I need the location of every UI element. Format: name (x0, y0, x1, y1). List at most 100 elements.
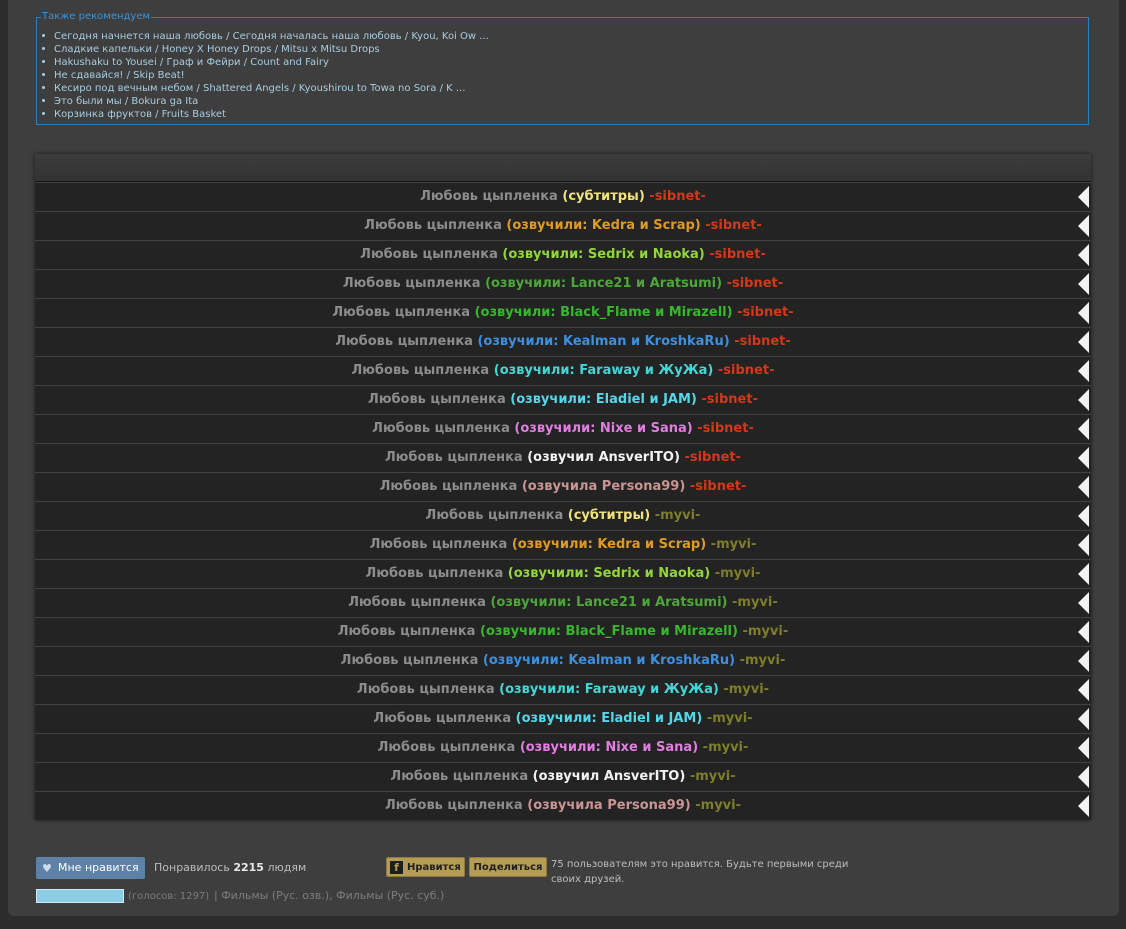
triangle-left-icon[interactable] (1078, 650, 1089, 672)
triangle-left-icon[interactable] (1078, 302, 1089, 324)
triangle-left-icon[interactable] (1078, 679, 1089, 701)
facebook-like-label: Нравится (407, 862, 461, 873)
episode-row[interactable]: Любовь цыпленка (озвучили: Eladiel и JAM… (35, 385, 1091, 414)
triangle-left-icon[interactable] (1078, 737, 1089, 759)
episode-voice: (субтитры) (562, 189, 645, 204)
recommendation-item: Корзинка фруктов / Fruits Basket (41, 108, 489, 121)
episode-row[interactable]: Любовь цыпленка (озвучили: Sedrix и Naok… (35, 240, 1091, 269)
episode-row[interactable]: Любовь цыпленка (озвучил AnsverITO) -myv… (35, 762, 1091, 791)
recommendation-link[interactable]: Hakushaku to Yousei / Граф и Фейри / Cou… (54, 57, 329, 68)
episode-source: -myvi- (695, 798, 741, 813)
triangle-left-icon[interactable] (1078, 505, 1089, 527)
episode-voice: (озвучили: Faraway и ЖуЖа) (499, 682, 719, 697)
recommendation-item: Сегодня начнется наша любовь / Сегодня н… (41, 30, 489, 43)
episode-voice: (озвучила Persona99) (527, 798, 691, 813)
triangle-left-icon[interactable] (1078, 215, 1089, 237)
triangle-left-icon[interactable] (1078, 244, 1089, 266)
episode-row[interactable]: Любовь цыпленка (озвучили: Kedra и Scrap… (35, 530, 1091, 559)
triangle-left-icon[interactable] (1078, 476, 1089, 498)
episode-voice: (озвучили: Faraway и ЖуЖа) (493, 363, 714, 378)
episode-row[interactable]: Любовь цыпленка (озвучили: Faraway и ЖуЖ… (35, 356, 1091, 385)
recommendation-link[interactable]: Кесиро под вечным небом / Shattered Ange… (54, 83, 465, 94)
recommendation-link[interactable]: Не сдавайся! / Skip Beat! (54, 70, 185, 81)
episode-voice: (озвучили: Kedra и Scrap) (506, 218, 701, 233)
episode-row[interactable]: Любовь цыпленка (озвучили: Eladiel и JAM… (35, 704, 1091, 733)
episode-title: Любовь цыпленка (360, 247, 498, 262)
triangle-left-icon[interactable] (1078, 708, 1089, 730)
vk-like-label: Мне нравится (58, 861, 139, 874)
like-count-text: Понравилось 2215 людям (154, 861, 306, 874)
triangle-left-icon[interactable] (1078, 273, 1089, 295)
heart-icon: ♥ (42, 862, 52, 875)
episode-row[interactable]: Любовь цыпленка (субтитры) -sibnet- (35, 182, 1091, 211)
episode-row[interactable]: Любовь цыпленка (озвучили: Black_Flame и… (35, 298, 1091, 327)
facebook-share-button[interactable]: Поделиться (469, 857, 547, 877)
episode-source: -myvi- (706, 711, 753, 726)
episode-row[interactable]: Любовь цыпленка (озвучили: Kedra и Scrap… (35, 211, 1091, 240)
episode-title: Любовь цыпленка (342, 276, 481, 291)
recommendations-box: Также рекомендуем Сегодня начнется наша … (36, 11, 1089, 125)
episode-voice: (озвучили: Nixe и Sana) (514, 421, 693, 436)
episode-voice: (озвучили: Lance21 и Aratsumi) (485, 276, 723, 291)
triangle-left-icon[interactable] (1078, 360, 1089, 382)
recommendation-link[interactable]: Сладкие капельки / Honey X Honey Drops /… (54, 44, 380, 55)
triangle-left-icon[interactable] (1078, 534, 1089, 556)
episode-row[interactable]: Любовь цыпленка (озвучил AnsverITO) -sib… (35, 443, 1091, 472)
episode-title: Любовь цыпленка (377, 740, 516, 755)
episode-row[interactable]: Любовь цыпленка (озвучили: Black_Flame и… (35, 617, 1091, 646)
triangle-left-icon[interactable] (1078, 563, 1089, 585)
bullet-icon (42, 111, 45, 115)
triangle-left-icon[interactable] (1078, 447, 1089, 469)
triangle-left-icon[interactable] (1078, 621, 1089, 643)
rating-bar[interactable] (36, 889, 124, 903)
triangle-left-icon[interactable] (1078, 331, 1089, 353)
episode-row[interactable]: Любовь цыпленка (озвучила Persona99) -my… (35, 791, 1091, 820)
episode-row[interactable]: Любовь цыпленка (озвучила Persona99) -si… (35, 472, 1091, 501)
episode-row[interactable]: Любовь цыпленка (субтитры) -myvi- (35, 501, 1091, 530)
recommendations-title: Также рекомендуем (41, 11, 152, 23)
episode-row[interactable]: Любовь цыпленка (озвучили: Lance21 и Ara… (35, 269, 1091, 298)
episode-voice: (озвучили: Black_Flame и Mirazell) (474, 305, 733, 320)
recommendation-link[interactable]: Это были мы / Bokura ga Ita (54, 96, 198, 107)
episode-row[interactable]: Любовь цыпленка (озвучили: Nixe и Sana) … (35, 414, 1091, 443)
episode-title: Любовь цыпленка (351, 363, 490, 378)
episode-voice: (озвучили: Sedrix и Naoka) (507, 566, 711, 581)
episode-row[interactable]: Любовь цыпленка (озвучили: Kealman и Kro… (35, 646, 1091, 675)
episode-source: -myvi- (714, 566, 761, 581)
episode-source: -sibnet- (649, 189, 706, 204)
episode-row[interactable]: Любовь цыпленка (озвучили: Sedrix и Naok… (35, 559, 1091, 588)
episode-row[interactable]: Любовь цыпленка (озвучили: Faraway и ЖуЖ… (35, 675, 1091, 704)
triangle-left-icon[interactable] (1078, 592, 1089, 614)
episode-row[interactable]: Любовь цыпленка (озвучили: Lance21 и Ara… (35, 588, 1091, 617)
episode-title: Любовь цыпленка (337, 624, 476, 639)
triangle-left-icon[interactable] (1078, 766, 1089, 788)
episode-voice: (озвучили: Kedra и Scrap) (511, 537, 707, 552)
episode-source: -myvi- (742, 624, 789, 639)
episode-voice: (озвучили: Eladiel и JAM) (515, 711, 703, 726)
recommendation-link[interactable]: Корзинка фруктов / Fruits Basket (54, 109, 226, 120)
triangle-left-icon[interactable] (1078, 418, 1089, 440)
video-player-list: Любовь цыпленка (субтитры) -sibnet- Любов… (35, 154, 1091, 820)
episode-source: -sibnet- (737, 305, 794, 320)
triangle-left-icon[interactable] (1078, 186, 1089, 208)
recommendation-link[interactable]: Сегодня начнется наша любовь / Сегодня н… (54, 31, 489, 42)
episode-row[interactable]: Любовь цыпленка (озвучили: Kealman и Kro… (35, 327, 1091, 356)
facebook-like-button[interactable]: f Нравится (386, 857, 465, 877)
episode-source: -sibnet- (689, 479, 747, 494)
episode-title: Любовь цыпленка (365, 566, 504, 581)
episode-list: Любовь цыпленка (субтитры) -sibnet- Любов… (35, 182, 1091, 820)
episode-title: Любовь цыпленка (420, 189, 558, 204)
episode-source: -myvi- (654, 508, 701, 523)
like-count-prefix: Понравилось (154, 861, 230, 874)
bullet-icon (42, 72, 45, 76)
recommendation-item: Сладкие капельки / Honey X Honey Drops /… (41, 43, 489, 56)
triangle-left-icon[interactable] (1078, 389, 1089, 411)
episode-source: -sibnet- (709, 247, 766, 262)
vk-like-button[interactable]: ♥ Мне нравится (36, 857, 145, 879)
episode-title: Любовь цыпленка (425, 508, 564, 523)
episode-title: Любовь цыпленка (372, 421, 510, 436)
episode-row[interactable]: Любовь цыпленка (озвучили: Nixe и Sana) … (35, 733, 1091, 762)
triangle-left-icon[interactable] (1078, 795, 1089, 817)
episode-title: Любовь цыпленка (368, 392, 506, 407)
facebook-share-label: Поделиться (473, 862, 543, 873)
